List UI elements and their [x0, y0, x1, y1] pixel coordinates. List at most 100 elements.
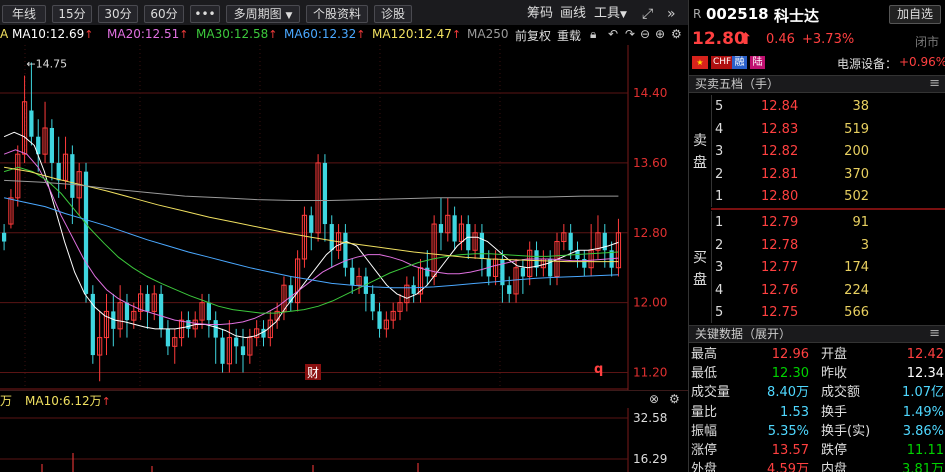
period-15min-button[interactable]: 15分 [52, 5, 92, 23]
tag-chf: CHF [711, 56, 734, 69]
candle-body [350, 267, 355, 286]
multi-period-dropdown[interactable]: 多周期图 ▼ [226, 5, 300, 23]
chips-button[interactable]: 筹码 [527, 6, 553, 22]
orderbook-row[interactable]: 3 12.82 200 [715, 142, 943, 161]
bid-ask-volume: 91 [852, 215, 869, 230]
bid-ask-price: 12.76 [761, 282, 799, 298]
key-data-row: 振幅 5.35% 换手(实) 3.86% [691, 422, 944, 441]
level: 2 [715, 166, 724, 182]
price-up-arrow-icon: ⬆ [739, 29, 753, 48]
orderbook-row[interactable]: 4 12.83 519 [715, 120, 943, 139]
candle-body [165, 328, 171, 347]
bid-ask-volume: 200 [844, 144, 869, 159]
sell-divider [711, 95, 712, 207]
level: 3 [715, 260, 724, 275]
stock-profile-button[interactable]: 个股资料 [306, 5, 368, 23]
lock-icon[interactable]: 🔒︎ [590, 27, 596, 42]
quote-panel: R 002518 科士达 加自选 12.80 ⬆ 0.46 +3.73% 闭市 … [688, 0, 945, 472]
bid-ask-price: 12.83 [761, 121, 799, 137]
candle-body [186, 320, 191, 329]
market-status: 闭市 [915, 35, 940, 49]
orderbook-row[interactable]: 5 12.84 38 [715, 97, 943, 116]
candle-body [145, 293, 150, 312]
key-data-row: 最低 12.30 昨收 12.34 [691, 364, 944, 383]
key-data-row: 量比 1.53 换手 1.49% [691, 403, 944, 422]
undo-icon[interactable]: ↶ [608, 27, 618, 41]
orderbook-row[interactable]: 2 12.78 3 [715, 236, 943, 255]
ma20-label: MA20:12.51↑ [107, 27, 188, 41]
period-60min-button[interactable]: 60分 [144, 5, 184, 23]
ma10-text: MA10:12.69 [12, 27, 85, 41]
diagnose-button[interactable]: 诊股 [374, 5, 412, 23]
candle-body [520, 267, 525, 277]
bid-ask-volume: 224 [844, 282, 869, 298]
bid-ask-volume: 502 [844, 189, 869, 204]
bid-ask-volume: 370 [844, 166, 869, 182]
bid-ask-price: 12.78 [761, 237, 799, 253]
tools-menu[interactable]: 工具▼ [594, 6, 627, 23]
sector-label[interactable]: 电源设备： [837, 55, 897, 72]
double-right-icon[interactable]: » [667, 5, 676, 23]
orderbook-row[interactable]: 2 12.81 370 [715, 165, 943, 184]
bid-ask-volume: 3 [860, 237, 869, 253]
q-event-marker: q [594, 362, 603, 377]
finance-event-marker: 财 [307, 366, 319, 380]
bid-ask-price: 12.75 [761, 305, 799, 320]
redo-icon[interactable]: ↷ [625, 27, 635, 41]
metric-label: 换手(实) [821, 423, 871, 439]
key-data-row: 最高 12.96 开盘 12.42 [691, 345, 944, 364]
metric-label: 跌停 [821, 443, 848, 458]
high-marker-label: ←14.75 [26, 57, 67, 70]
candle-body [411, 285, 416, 294]
current-price: 12.80 [692, 29, 746, 49]
menu-icon[interactable]: ≡ [929, 76, 940, 92]
tag-hk-connect: 陆 [750, 56, 765, 69]
y-tick-label: 12.80 [633, 226, 667, 240]
orderbook-row[interactable]: 1 12.79 91 [715, 213, 943, 232]
orderbook-header[interactable]: 买卖五档（手） ≡ [689, 75, 945, 93]
metric-label: 成交额 [821, 385, 861, 401]
ma250-label: MA250 [467, 27, 509, 41]
orderbook-row[interactable]: 3 12.77 174 [715, 258, 943, 277]
stock-header: R 002518 科士达 加自选 [689, 4, 945, 26]
close-panel-icon[interactable]: ⊗ [649, 392, 659, 406]
period-30min-button[interactable]: 30分 [98, 5, 138, 23]
fullscreen-icon[interactable]: ⤢ [642, 5, 653, 23]
metric-label: 开盘 [821, 347, 848, 362]
volume-settings-gear-icon[interactable]: ⚙ [669, 392, 680, 406]
more-periods-button[interactable]: ••• [190, 5, 220, 23]
bid-ask-volume: 519 [844, 121, 869, 137]
ma20-text: MA20:12.51 [107, 27, 180, 41]
menu-icon[interactable]: ≡ [929, 326, 940, 342]
add-watchlist-button[interactable]: 加自选 [889, 5, 941, 24]
zoom-out-icon[interactable]: ⊖ [640, 27, 650, 41]
orderbook-row[interactable]: 1 12.80 502 [715, 187, 943, 206]
candle-body [452, 215, 457, 242]
draw-line-button[interactable]: 画线 [560, 6, 586, 22]
up-arrow-icon: ↑ [268, 28, 278, 41]
ma60-text: MA60:12.32 [284, 27, 357, 41]
tags-row: ★ CHF 融 陆 电源设备： +0.96% [689, 55, 945, 72]
orderbook-row[interactable]: 4 12.76 224 [715, 281, 943, 300]
orderbook-separator [711, 208, 945, 210]
volume-chart[interactable]: 32.58 16.29 [0, 408, 688, 472]
orderbook-row[interactable]: 5 12.75 566 [715, 303, 943, 322]
metric-value: 3.81万 [902, 462, 944, 472]
reload-button[interactable]: 重载 [557, 27, 581, 44]
period-year-button[interactable]: 年线 [2, 5, 46, 23]
fq-toggle[interactable]: 前复权 [515, 27, 551, 44]
metric-value: 4.59万 [767, 462, 809, 472]
bid-ask-price: 12.77 [761, 260, 799, 275]
bid-ask-price: 12.82 [761, 144, 799, 159]
volume-svg: 32.58 16.29 [0, 408, 667, 472]
bid-ask-price: 12.81 [761, 166, 799, 182]
y-tick-label: 11.20 [633, 366, 667, 380]
ma-legend-bar: A MA10:12.69↑ MA20:12.51↑ MA30:12.58↑ MA… [0, 25, 688, 45]
ma30-label: MA30:12.58↑ [196, 27, 277, 41]
zoom-in-icon[interactable]: ⊕ [655, 27, 665, 41]
key-data-title: 关键数据（展开） [695, 327, 792, 341]
candlestick-chart[interactable]: 14.40 13.60 12.80 12.00 11.20 ←14.75 财 q [0, 45, 688, 390]
candle-body [261, 328, 266, 338]
key-data-header[interactable]: 关键数据（展开） ≡ [689, 325, 945, 343]
settings-gear-icon[interactable]: ⚙ [671, 27, 682, 41]
